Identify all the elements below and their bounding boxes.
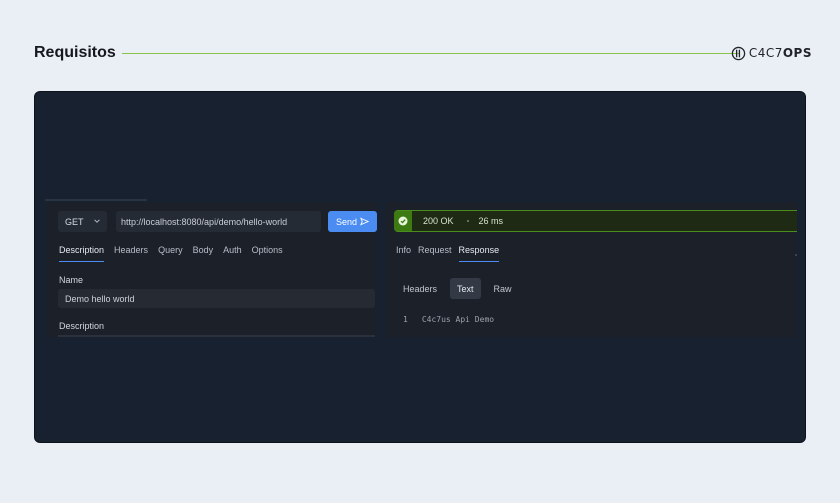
overflow-indicator bbox=[795, 254, 797, 256]
subtab-raw[interactable]: Raw bbox=[487, 278, 519, 299]
request-pane: GET http://localhost:8080/api/demo/hello… bbox=[47, 202, 377, 337]
response-pane: 200 OK 26 ms Info Request Response Heade… bbox=[386, 202, 797, 337]
description-label: Description bbox=[59, 321, 105, 331]
status-bar: 200 OK 26 ms bbox=[394, 210, 797, 232]
tab-options[interactable]: Options bbox=[252, 245, 283, 262]
brand-logo-icon bbox=[731, 46, 746, 60]
name-label: Name bbox=[59, 275, 84, 285]
response-tabs: Info Request Response bbox=[396, 245, 500, 262]
tab-headers[interactable]: Headers bbox=[114, 245, 148, 262]
tab-body[interactable]: Body bbox=[193, 245, 214, 262]
tab-auth[interactable]: Auth bbox=[223, 245, 242, 262]
screenshot-stage: GET http://localhost:8080/api/demo/hello… bbox=[34, 91, 806, 443]
request-tabs: Description Headers Query Body Auth Opti… bbox=[59, 245, 283, 262]
line-number: 1 bbox=[403, 315, 408, 324]
line-text: C4c7us Api Demo bbox=[421, 315, 495, 324]
chevron-down-icon bbox=[94, 219, 100, 223]
description-field[interactable] bbox=[58, 335, 375, 337]
tab-info[interactable]: Info bbox=[396, 245, 411, 262]
subtab-headers[interactable]: Headers bbox=[396, 278, 444, 299]
tab-request[interactable]: Request bbox=[418, 245, 452, 262]
url-input[interactable]: http://localhost:8080/api/demo/hello-wor… bbox=[116, 211, 321, 232]
brand-logo: C4C7OPS bbox=[731, 45, 812, 61]
method-select[interactable]: GET bbox=[58, 211, 107, 232]
success-check-icon bbox=[394, 211, 412, 231]
response-view-tabs: Headers Text Raw bbox=[396, 278, 519, 299]
brand-logo-text: C4C7OPS bbox=[748, 46, 812, 60]
send-label: Send bbox=[335, 216, 358, 227]
subtab-text[interactable]: Text bbox=[450, 278, 481, 299]
title-divider bbox=[122, 53, 740, 54]
response-body-line: 1 C4c7us Api Demo bbox=[403, 315, 494, 324]
tab-response[interactable]: Response bbox=[458, 245, 500, 262]
status-code: 200 OK bbox=[423, 216, 454, 226]
page-title: Requisitos bbox=[34, 44, 116, 61]
send-button[interactable]: Send bbox=[328, 211, 377, 232]
send-icon bbox=[360, 217, 370, 226]
method-value: GET bbox=[65, 216, 84, 227]
tab-query[interactable]: Query bbox=[158, 245, 183, 262]
name-field[interactable]: Demo hello world bbox=[58, 289, 375, 308]
response-time: 26 ms bbox=[478, 216, 504, 226]
pane-edge bbox=[45, 199, 147, 201]
tab-description[interactable]: Description bbox=[59, 245, 105, 262]
status-separator bbox=[466, 220, 469, 222]
